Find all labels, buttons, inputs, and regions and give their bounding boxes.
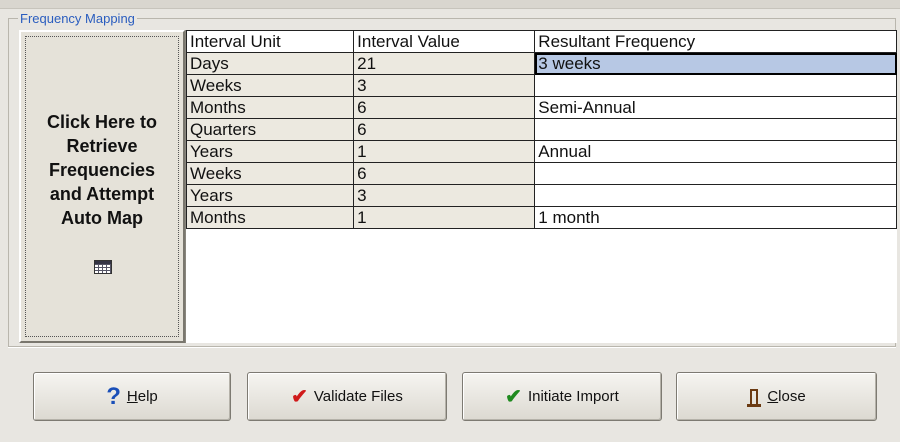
resultant-frequency-cell[interactable]: Semi-Annual: [534, 96, 897, 119]
header-interval-unit[interactable]: Interval Unit: [185, 30, 355, 53]
resultant-frequency-cell[interactable]: 3 weeks: [534, 52, 897, 75]
interval-unit-cell[interactable]: Months: [185, 206, 355, 229]
interval-unit-cell[interactable]: Years: [185, 140, 355, 163]
interval-value-cell[interactable]: 1: [353, 206, 536, 229]
resultant-frequency-cell[interactable]: [534, 74, 897, 97]
header-resultant-frequency[interactable]: Resultant Frequency: [534, 30, 897, 53]
green-check-icon: ✔: [505, 385, 522, 408]
help-label: Help: [126, 388, 158, 405]
table-row[interactable]: Quarters 6: [185, 118, 897, 141]
table-row[interactable]: Weeks 3: [185, 74, 897, 97]
resultant-frequency-cell[interactable]: [534, 162, 897, 185]
header-row: Interval Unit Interval Value Resultant F…: [185, 30, 897, 53]
retrieve-frequencies-button[interactable]: Click Here to Retrieve Frequencies and A…: [19, 30, 185, 343]
group-title: Frequency Mapping: [18, 11, 137, 26]
header-interval-value[interactable]: Interval Value: [353, 30, 536, 53]
interval-value-cell[interactable]: 1: [353, 140, 536, 163]
frequency-grid[interactable]: Interval Unit Interval Value Resultant F…: [185, 30, 897, 343]
window-top-strip: [0, 0, 900, 9]
frequency-table: Interval Unit Interval Value Resultant F…: [185, 30, 897, 229]
initiate-import-label: Initiate Import: [527, 388, 619, 405]
interval-unit-cell[interactable]: Months: [185, 96, 355, 119]
resultant-frequency-cell[interactable]: 1 month: [534, 206, 897, 229]
interval-value-cell[interactable]: 21: [353, 52, 536, 75]
interval-unit-cell[interactable]: Weeks: [185, 162, 355, 185]
interval-unit-cell[interactable]: Years: [185, 184, 355, 207]
separator: [8, 347, 896, 348]
interval-value-cell[interactable]: 3: [353, 184, 536, 207]
table-row[interactable]: Years 3: [185, 184, 897, 207]
resultant-frequency-cell[interactable]: [534, 118, 897, 141]
table-row[interactable]: Years 1 Annual: [185, 140, 897, 163]
table-row[interactable]: Months 6 Semi-Annual: [185, 96, 897, 119]
interval-unit-cell[interactable]: Weeks: [185, 74, 355, 97]
validate-files-label: Validate Files: [313, 388, 403, 405]
table-row[interactable]: Weeks 6: [185, 162, 897, 185]
interval-value-cell[interactable]: 3: [353, 74, 536, 97]
resultant-frequency-cell[interactable]: [534, 184, 897, 207]
initiate-import-button[interactable]: ✔ Initiate Import: [462, 372, 662, 421]
interval-unit-cell[interactable]: Days: [185, 52, 355, 75]
close-button[interactable]: Close: [676, 372, 877, 421]
interval-value-cell[interactable]: 6: [353, 118, 536, 141]
resultant-frequency-cell[interactable]: Annual: [534, 140, 897, 163]
door-exit-icon: [747, 387, 762, 407]
help-icon: ?: [106, 382, 121, 410]
interval-unit-cell[interactable]: Quarters: [185, 118, 355, 141]
calendar-icon: [94, 260, 112, 274]
retrieve-frequencies-label: Click Here to Retrieve Frequencies and A…: [46, 112, 158, 228]
close-label: Close: [767, 388, 806, 405]
red-check-icon: ✔: [291, 385, 308, 408]
interval-value-cell[interactable]: 6: [353, 162, 536, 185]
table-row[interactable]: Months 1 1 month: [185, 206, 897, 229]
validate-files-button[interactable]: ✔ Validate Files: [247, 372, 447, 421]
help-button[interactable]: ? Help: [33, 372, 231, 421]
table-row[interactable]: Days 21 3 weeks: [185, 52, 897, 75]
interval-value-cell[interactable]: 6: [353, 96, 536, 119]
